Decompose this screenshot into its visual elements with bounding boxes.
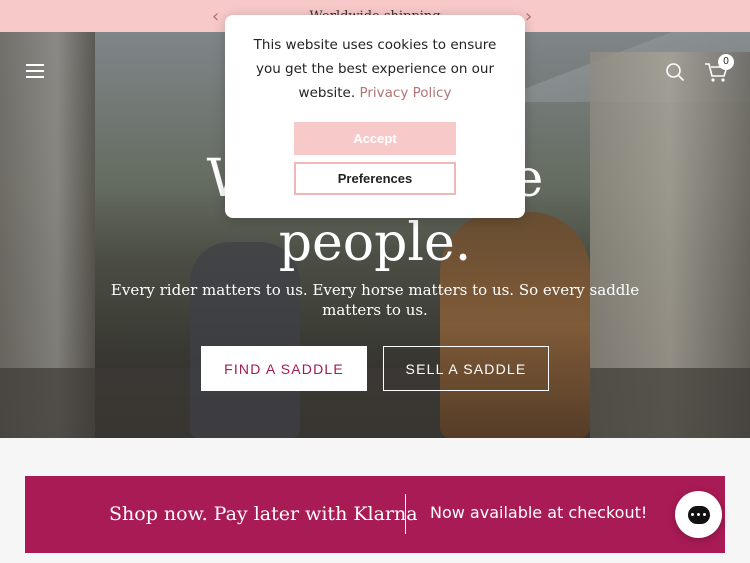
chat-launcher-button[interactable] <box>675 491 722 538</box>
cookie-consent-dialog: This website uses cookies to ensure you … <box>225 15 525 218</box>
cookie-message: This website uses cookies to ensure you … <box>249 33 501 105</box>
find-a-saddle-button[interactable]: FIND A SADDLE <box>201 346 367 391</box>
chat-bubble-icon <box>687 505 710 524</box>
klarna-banner-right-text: Now available at checkout! <box>430 503 648 522</box>
chevron-right-icon[interactable]: › <box>525 6 532 27</box>
accept-cookies-button[interactable]: Accept <box>294 122 456 155</box>
chevron-left-icon[interactable]: ‹ <box>212 6 219 27</box>
hero-background-ground <box>0 368 750 438</box>
hero-headline-line2: people. <box>278 213 472 273</box>
cookie-preferences-button[interactable]: Preferences <box>294 162 456 195</box>
privacy-policy-link[interactable]: Privacy Policy <box>359 85 451 101</box>
cart-count-badge: 0 <box>718 54 734 70</box>
hamburger-menu-icon[interactable] <box>26 64 44 78</box>
klarna-banner: Shop now. Pay later with Klarna Now avai… <box>25 476 725 553</box>
hero-subtitle: Every rider matters to us. Every horse m… <box>110 281 640 319</box>
klarna-banner-left-text: Shop now. Pay later with Klarna <box>109 503 418 525</box>
klarna-banner-divider <box>405 494 406 534</box>
sell-a-saddle-button[interactable]: SELL A SADDLE <box>383 346 549 391</box>
search-icon[interactable] <box>665 62 685 82</box>
